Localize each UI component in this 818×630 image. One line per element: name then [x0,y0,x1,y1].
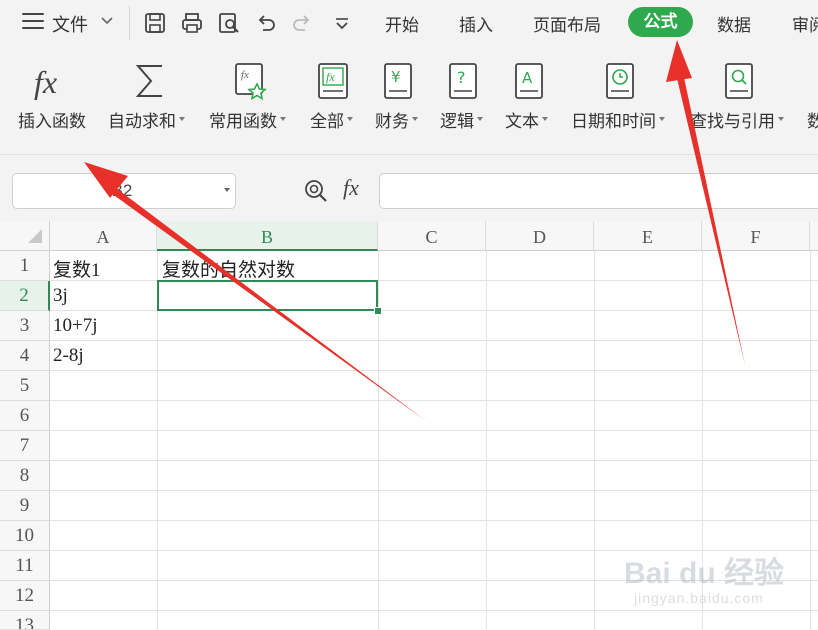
tab-page-layout[interactable]: 页面布局 [533,11,601,36]
fill-handle[interactable] [374,307,382,315]
watermark-brand: Bai du 经验 [624,557,785,590]
name-box-value: B2 [111,181,133,200]
select-all-triangle-icon [28,229,42,243]
autosum-icon[interactable] [134,62,168,100]
formula-input[interactable] [379,173,818,209]
tab-home[interactable]: 开始 [385,11,419,36]
column-header-a[interactable]: A [50,221,157,251]
print-preview-icon[interactable] [217,11,241,35]
text-functions-button[interactable]: 文本 [505,107,548,132]
toolbar-divider [129,6,130,40]
tab-review[interactable]: 审阅 [792,11,818,36]
fx-icon[interactable]: fx [343,175,359,201]
text-functions-icon[interactable]: A [514,62,544,100]
text-functions-label: 文本 [505,112,539,131]
row-header-13[interactable]: 13 [0,611,50,630]
all-functions-label: 全部 [310,112,344,131]
svg-text:fx: fx [326,70,335,84]
datetime-icon[interactable] [605,62,635,100]
row-header-11[interactable]: 11 [0,551,50,581]
active-cell-b2[interactable] [157,280,378,311]
logical-icon[interactable]: ? [448,62,478,100]
cell-a2[interactable]: 3j [53,285,68,307]
column-header-b[interactable]: B [157,221,378,251]
column-header-d[interactable]: D [486,221,594,251]
financial-button[interactable]: 财务 [375,107,418,132]
row-header-4[interactable]: 4 [0,341,50,371]
autosum-button[interactable]: 自动求和 [108,107,185,132]
column-header-g[interactable] [810,221,818,251]
name-box-dropdown-icon[interactable] [223,186,231,194]
redo-icon[interactable] [290,11,314,35]
insert-function-button[interactable]: 插入函数 [18,107,86,132]
datetime-button[interactable]: 日期和时间 [571,107,665,132]
insert-function-icon[interactable]: fx [34,62,74,102]
svg-text:?: ? [457,68,466,87]
select-all-corner[interactable] [0,221,50,251]
logical-button[interactable]: 逻辑 [440,107,483,132]
financial-icon[interactable]: ¥ [383,62,413,100]
row-header-2[interactable]: 2 [0,281,50,311]
row-header-12[interactable]: 12 [0,581,50,611]
datetime-label: 日期和时间 [571,112,656,131]
common-functions-label: 常用函数 [209,112,277,131]
cell-a4[interactable]: 2-8j [53,345,84,367]
row-header-8[interactable]: 8 [0,461,50,491]
save-icon[interactable] [143,11,167,35]
gridline [486,251,487,630]
common-functions-icon[interactable]: fx [233,62,269,100]
print-icon[interactable] [180,11,204,35]
all-functions-button[interactable]: 全部 [310,107,353,132]
row-header-10[interactable]: 10 [0,521,50,551]
row-header-6[interactable]: 6 [0,401,50,431]
lookup-button[interactable]: 查找与引用 [690,107,784,132]
zoom-search-icon[interactable] [303,178,329,204]
all-functions-icon[interactable]: fx [316,62,350,100]
undo-icon[interactable] [254,11,278,35]
baidu-jingyan-watermark: Bai du 经验 jingyan.baidu.com [618,540,818,630]
common-functions-button[interactable]: 常用函数 [209,107,286,132]
gridline [594,251,595,630]
row-header-5[interactable]: 5 [0,371,50,401]
autosum-label: 自动求和 [108,112,176,131]
svg-text:¥: ¥ [391,68,401,86]
svg-text:fx: fx [241,69,249,81]
row-header-9[interactable]: 9 [0,491,50,521]
lookup-label: 查找与引用 [690,112,775,131]
math-functions-button[interactable]: 数 [807,107,818,132]
column-header-e[interactable]: E [594,221,702,251]
file-menu[interactable]: 文件 [52,11,88,37]
row-header-7[interactable]: 7 [0,431,50,461]
row-header-1[interactable]: 1 [0,251,50,281]
cell-a1[interactable]: 复数1 [53,255,101,282]
cell-b1[interactable]: 复数的自然对数 [162,255,295,282]
financial-label: 财务 [375,112,409,131]
lookup-icon[interactable] [724,62,754,100]
watermark-url: jingyan.baidu.com [634,590,764,606]
customize-toolbar-icon[interactable] [330,11,354,35]
row-header-3[interactable]: 3 [0,311,50,341]
tab-data[interactable]: 数据 [717,11,751,36]
svg-text:A: A [522,69,533,87]
tab-formulas[interactable]: 公式 [628,7,693,37]
logical-label: 逻辑 [440,112,474,131]
tab-insert[interactable]: 插入 [459,11,493,36]
cell-a3[interactable]: 10+7j [53,315,98,337]
column-header-c[interactable]: C [378,221,486,251]
chevron-down-icon[interactable] [100,14,114,28]
hamburger-menu-icon[interactable] [22,13,44,31]
column-header-f[interactable]: F [702,221,810,251]
